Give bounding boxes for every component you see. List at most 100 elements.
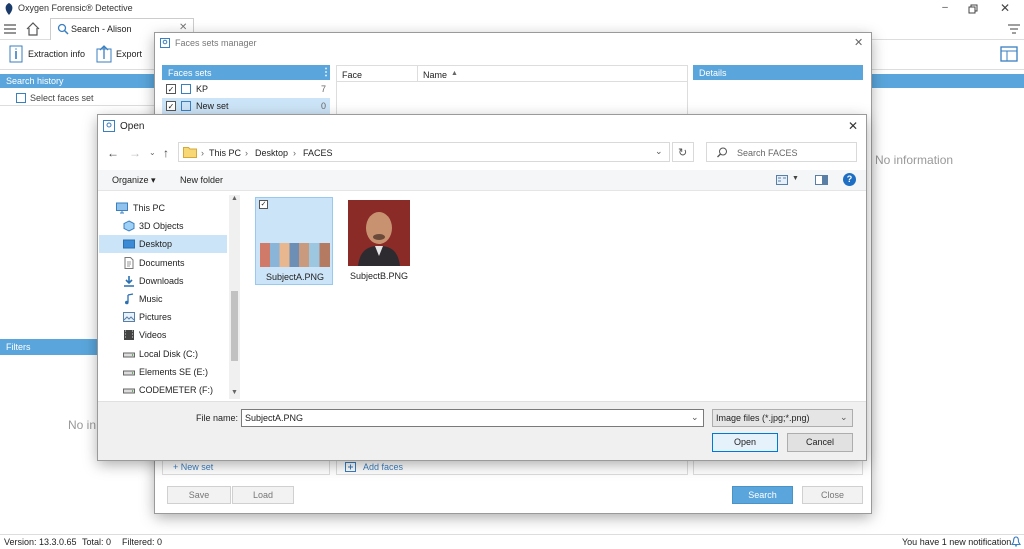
nav-item[interactable]: Videos	[99, 326, 227, 344]
faces-manager-title: Faces sets manager	[175, 38, 257, 48]
recent-chevron-icon[interactable]: ⌄	[149, 148, 156, 157]
faces-manager-close-icon[interactable]: ✕	[854, 36, 863, 49]
address-dropdown-icon[interactable]: ⌄	[655, 146, 663, 157]
nav-item-label: Videos	[139, 330, 167, 341]
load-button[interactable]: Load	[232, 486, 294, 504]
file-name-dropdown-icon[interactable]: ⌄	[691, 412, 699, 423]
notification-text[interactable]: You have 1 new notification	[902, 537, 1011, 547]
drive-icon	[123, 384, 135, 396]
help-icon[interactable]: ?	[843, 173, 856, 186]
add-faces-link[interactable]: Add faces	[363, 462, 403, 472]
nav-item[interactable]: Desktop	[99, 235, 227, 254]
home-icon[interactable]	[25, 21, 41, 37]
view-dropdown-icon[interactable]: ▼	[792, 175, 799, 182]
breadcrumb-this-pc[interactable]: This PC	[209, 148, 241, 158]
checkbox-kp[interactable]: ✓	[166, 84, 176, 94]
export-icon[interactable]	[96, 45, 112, 63]
music-icon	[123, 293, 135, 305]
extraction-info-button[interactable]: Extraction info	[28, 49, 85, 59]
file-name-input[interactable]: SubjectA.PNG ⌄	[241, 409, 704, 427]
nav-item[interactable]: Music	[99, 290, 227, 308]
open-dialog-icon	[103, 120, 115, 132]
breadcrumb-desktop[interactable]: Desktop	[255, 148, 288, 158]
file-type-select[interactable]: Image files (*.jpg;*.png) ⌄	[712, 409, 853, 427]
app-logo-icon	[4, 3, 14, 15]
document-icon	[123, 256, 135, 269]
minimize-icon[interactable]: –	[938, 2, 952, 16]
forward-arrow-icon[interactable]: →	[129, 146, 141, 160]
navigation-pane: This PC 3D Objects Desktop Documents Downloa…	[99, 195, 240, 399]
breadcrumb-faces[interactable]: FACES	[303, 148, 333, 158]
search-box[interactable]: Search FACES	[706, 142, 857, 162]
nav-item[interactable]: Elements SE (E:)	[99, 363, 227, 381]
save-button[interactable]: Save	[167, 486, 231, 504]
details-header: Details	[693, 65, 863, 80]
cancel-button[interactable]: Cancel	[787, 433, 853, 452]
refresh-button[interactable]: ↻	[672, 142, 694, 162]
filters-label: Filters	[6, 342, 31, 352]
faces-sets-header: Faces sets ⋮	[162, 65, 331, 80]
tab-close-icon[interactable]: ✕	[179, 22, 187, 33]
preview-pane-icon[interactable]	[815, 175, 828, 185]
scroll-thumb[interactable]	[231, 291, 238, 361]
file-item-subject-b[interactable]: SubjectB.PNG	[340, 197, 418, 285]
breadcrumb-sep: ›	[201, 148, 204, 158]
nav-item[interactable]: Documents	[99, 254, 227, 272]
nav-item[interactable]: Downloads	[99, 272, 227, 290]
faces-set-row-new[interactable]: ✓ New set 0	[162, 98, 330, 114]
organize-menu[interactable]: Organize ▾	[112, 175, 156, 186]
file-list-area: ✓ SubjectA.PNG SubjectB.PNG	[241, 192, 866, 400]
nav-item-label: 3D Objects	[139, 221, 184, 232]
dialog-footer: File name: SubjectA.PNG ⌄ Image files (*…	[98, 401, 866, 460]
nav-item[interactable]: 3D Objects	[99, 217, 227, 235]
hamburger-menu-icon[interactable]	[4, 23, 16, 35]
filtered-text: Filtered: 0	[122, 537, 163, 547]
nav-scrollbar[interactable]: ▲ ▼	[229, 195, 240, 399]
breadcrumb-sep: ›	[293, 148, 296, 158]
up-arrow-icon[interactable]: ↑	[163, 146, 169, 160]
faces-set-icon	[16, 93, 26, 103]
open-button[interactable]: Open	[712, 433, 778, 452]
nav-item[interactable]: CODEMETER (F:)	[99, 381, 227, 399]
more-options-icon[interactable]: ⋮	[321, 67, 331, 78]
address-bar[interactable]: › This PC › Desktop › FACES ⌄	[178, 142, 670, 162]
faces-set-name: New set	[196, 101, 229, 111]
scroll-up-icon[interactable]: ▲	[231, 195, 238, 202]
new-set-link[interactable]: + New set	[173, 462, 213, 472]
search-icon	[57, 23, 69, 35]
computer-icon	[116, 202, 128, 214]
extraction-info-icon[interactable]	[8, 45, 24, 63]
file-item-subject-a[interactable]: ✓ SubjectA.PNG	[255, 197, 333, 285]
faces-set-row-kp[interactable]: ✓ KP 7	[162, 81, 330, 97]
select-faces-set-row[interactable]: Select faces set	[0, 90, 155, 106]
open-dialog-close-icon[interactable]: ✕	[848, 119, 858, 133]
column-name[interactable]: Name	[423, 70, 447, 80]
nav-item[interactable]: This PC	[99, 199, 227, 217]
view-options-icon[interactable]	[776, 175, 788, 185]
bell-icon[interactable]	[1011, 536, 1021, 547]
column-face[interactable]: Face	[342, 70, 362, 80]
nav-item[interactable]: Local Disk (C:)	[99, 345, 227, 363]
close-button[interactable]: Close	[802, 486, 863, 504]
checkbox-new-set[interactable]: ✓	[166, 101, 176, 111]
sort-ascending-icon[interactable]: ▲	[451, 70, 458, 77]
back-arrow-icon[interactable]: ←	[107, 146, 119, 160]
search-button[interactable]: Search	[732, 486, 793, 504]
cube-icon	[123, 220, 135, 232]
status-bar: Version: 13.3.0.65 Total: 0 Filtered: 0 …	[0, 534, 1024, 548]
new-folder-button[interactable]: New folder	[180, 175, 223, 185]
nav-item[interactable]: Pictures	[99, 308, 227, 326]
window-close-icon[interactable]: ✕	[998, 1, 1012, 15]
faces-sets-label: Faces sets	[168, 68, 212, 78]
scroll-down-icon[interactable]: ▼	[231, 389, 238, 396]
set-icon	[181, 101, 191, 111]
file-type-dropdown-icon[interactable]: ⌄	[840, 412, 848, 423]
file-checkbox-icon[interactable]: ✓	[259, 200, 268, 209]
drive-icon	[123, 348, 135, 360]
filter-lines-icon[interactable]	[1008, 24, 1020, 34]
file-type-value: Image files (*.jpg;*.png)	[716, 413, 810, 423]
command-bar: Organize ▾ New folder ▼ ?	[98, 170, 866, 191]
restore-icon[interactable]	[966, 2, 980, 16]
layout-panel-icon[interactable]	[1000, 45, 1018, 63]
export-button[interactable]: Export	[116, 49, 142, 59]
